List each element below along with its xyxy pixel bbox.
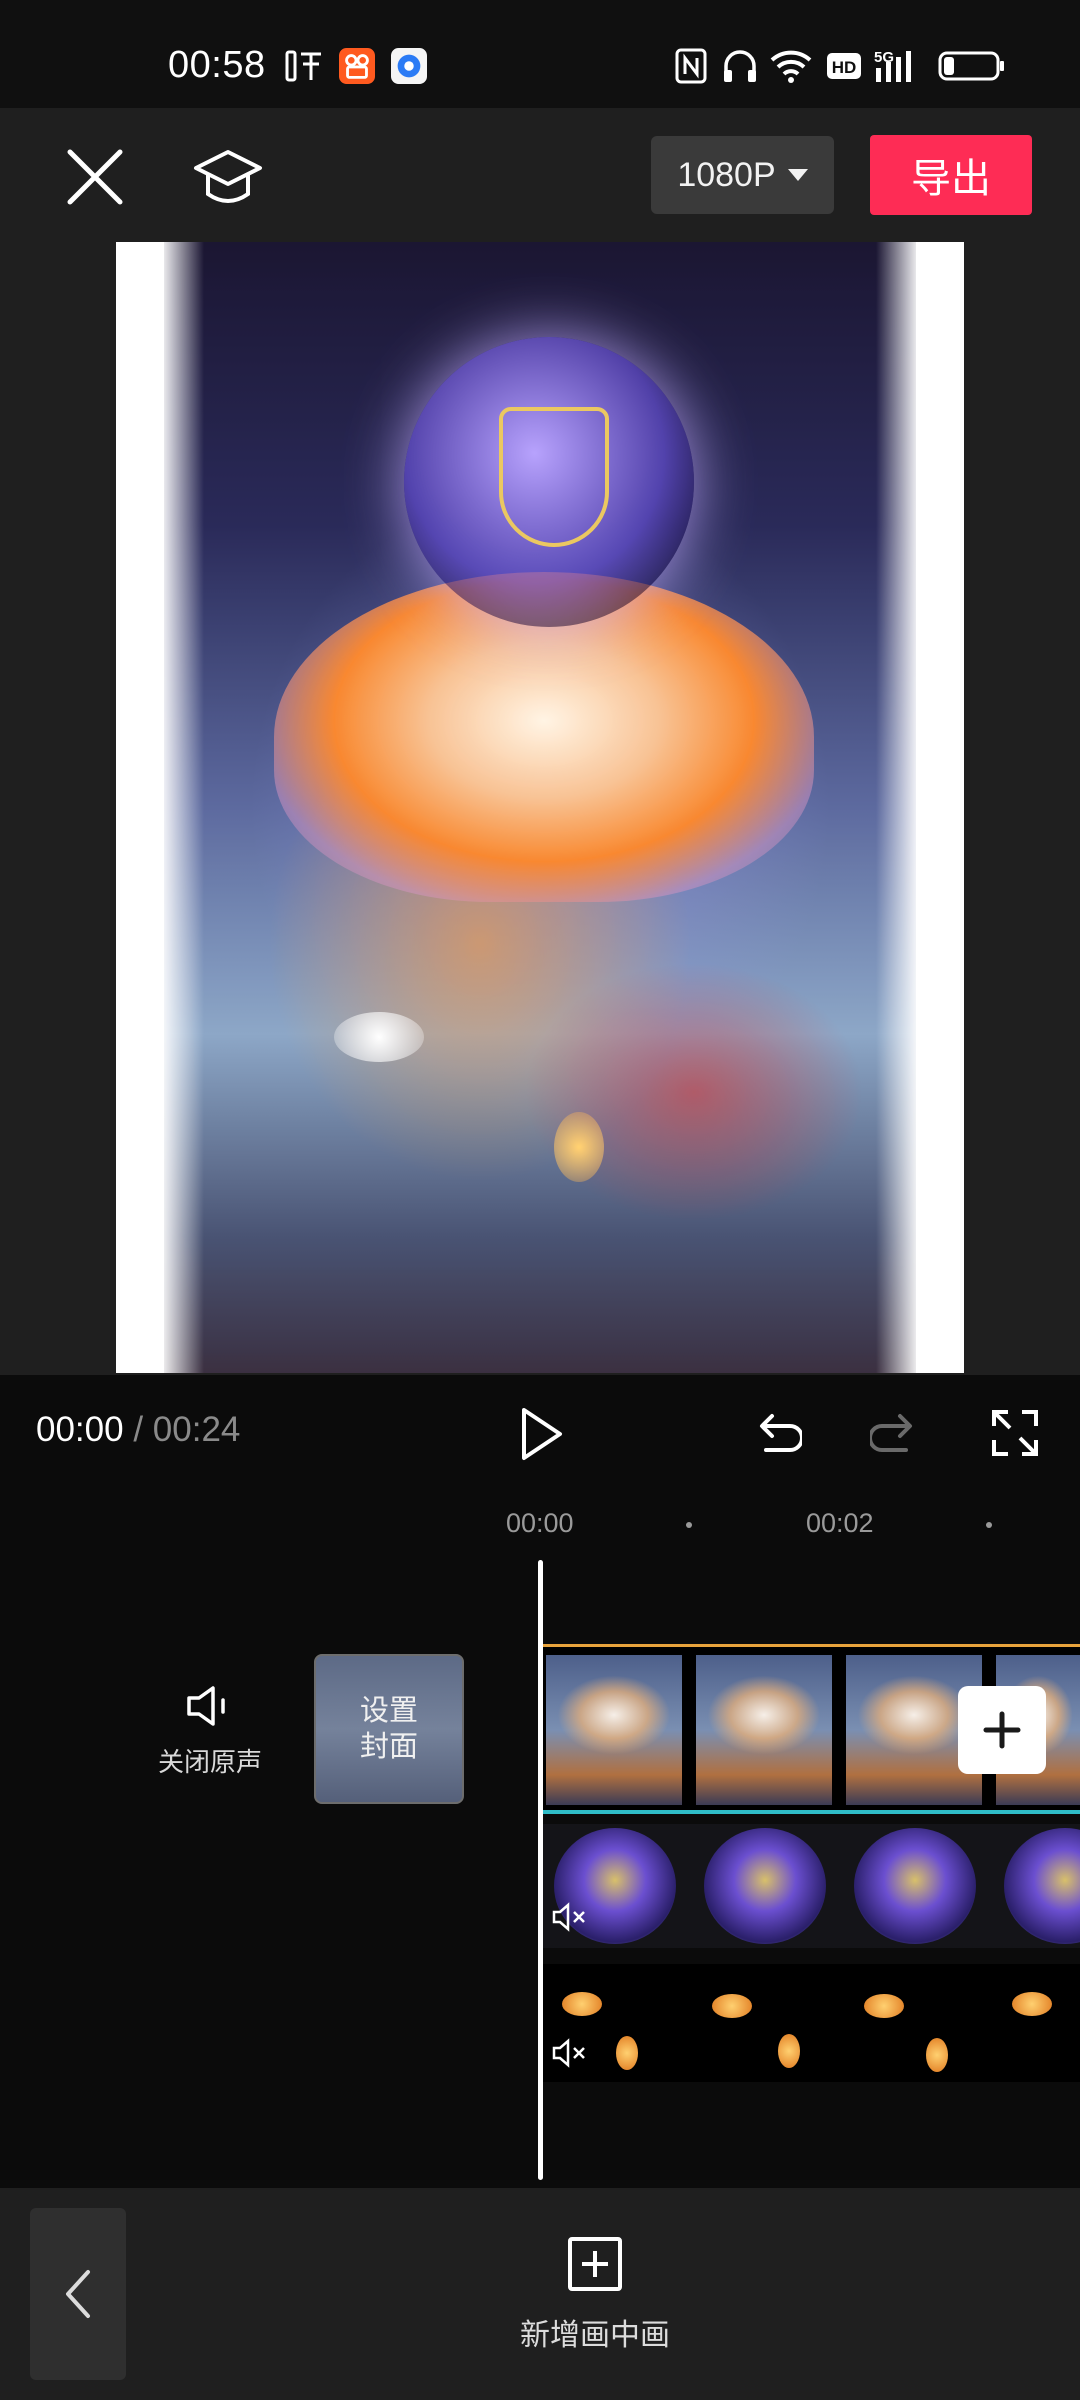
overlay-track-orb[interactable] (542, 1824, 1080, 1948)
goldfish-thumbnail (562, 1992, 602, 2016)
cover-label-line1: 设置 (359, 1695, 418, 1727)
time-separator: / (133, 1410, 144, 1449)
network-text: 5G (874, 49, 894, 66)
cover-label: 设置 封面 (360, 1693, 418, 1765)
export-button[interactable]: 导出 (870, 135, 1032, 215)
muted-speaker-icon[interactable] (552, 2038, 588, 2068)
clip-thumbnail (546, 1655, 682, 1805)
video-canvas[interactable] (116, 242, 964, 1373)
back-button[interactable] (30, 2208, 126, 2380)
add-square-icon (568, 2237, 622, 2291)
muted-speaker-icon[interactable] (552, 1902, 588, 1932)
redo-icon[interactable] (870, 1408, 920, 1458)
shield-emblem-graphic (499, 407, 609, 547)
mute-label: 关闭原声 (158, 1747, 263, 1777)
fish-graphic (334, 1012, 424, 1062)
clip-thumbnail (696, 1655, 832, 1805)
mute-original-audio-button[interactable]: 关闭原声 (158, 1684, 263, 1779)
ruler-label-start: 00:00 (506, 1508, 574, 1538)
hd-text: HD (832, 58, 857, 77)
goldfish-thumbnail (712, 1994, 752, 2018)
resolution-dropdown[interactable]: 1080P (651, 136, 834, 214)
timeline-panel[interactable]: 00:00 00:02 关闭原声 设置 封面 (0, 1494, 1080, 2188)
pip-label: 新增画中画 (520, 2319, 670, 2352)
overlay-thumbnail (704, 1828, 826, 1944)
preview-frame-image (164, 242, 916, 1373)
ruler-tick (686, 1522, 692, 1528)
video-preview-area (0, 240, 1080, 1375)
playhead[interactable] (538, 1560, 543, 2180)
goldfish-thumbnail (778, 2034, 800, 2068)
playback-time: 00:00 / 00:24 (36, 1410, 240, 1450)
undo-icon[interactable] (752, 1408, 802, 1458)
ruler-tick (986, 1522, 992, 1528)
goldfish-thumbnail (926, 2038, 948, 2072)
wifi-icon (770, 50, 812, 83)
fullscreen-icon[interactable] (990, 1408, 1040, 1458)
goldfish-thumbnail (616, 2036, 638, 2070)
add-clip-button[interactable] (958, 1686, 1046, 1774)
cover-label-line2: 封面 (359, 1731, 418, 1763)
kuaishou-app-icon (339, 48, 375, 84)
crystal-orb-graphic (404, 337, 694, 627)
set-cover-button[interactable]: 设置 封面 (314, 1654, 464, 1804)
goldfish-thumbnail (1012, 1992, 1052, 2016)
nfc-icon (675, 48, 707, 84)
chevron-left-icon (66, 2270, 90, 2318)
graduation-cap-icon[interactable] (192, 142, 264, 214)
status-time: 00:58 (168, 44, 266, 86)
status-bar: 00:58 HD 5G (0, 0, 1080, 108)
browser-app-icon (391, 48, 427, 84)
overlay-thumbnail (854, 1828, 976, 1944)
speaker-icon (187, 1686, 225, 1726)
total-time: 00:24 (152, 1410, 241, 1449)
coral-graphic (524, 962, 864, 1222)
battery-icon (938, 51, 1004, 81)
hd-icon: HD (827, 53, 861, 79)
play-icon[interactable] (518, 1406, 566, 1462)
overlay-thumbnail (1004, 1828, 1080, 1944)
caret-down-icon (787, 169, 808, 181)
editor-toolbar: 1080P 导出 (0, 108, 1080, 240)
add-pip-button[interactable]: 新增画中画 (490, 2236, 700, 2354)
current-time: 00:00 (36, 1410, 124, 1449)
bottom-toolbar: 新增画中画 (0, 2188, 1080, 2400)
ruler-label-2s: 00:02 (806, 1508, 874, 1538)
close-icon[interactable] (62, 144, 128, 210)
listen-app-icon (285, 50, 321, 82)
resolution-label: 1080P (677, 155, 776, 194)
plus-icon (983, 1711, 1021, 1749)
goldfish-graphic (554, 1112, 604, 1182)
overlay-track-fish[interactable] (542, 1964, 1080, 2082)
signal-5g-icon: 5G (874, 49, 911, 82)
headphones-icon (724, 50, 756, 82)
goldfish-thumbnail (864, 1994, 904, 2018)
